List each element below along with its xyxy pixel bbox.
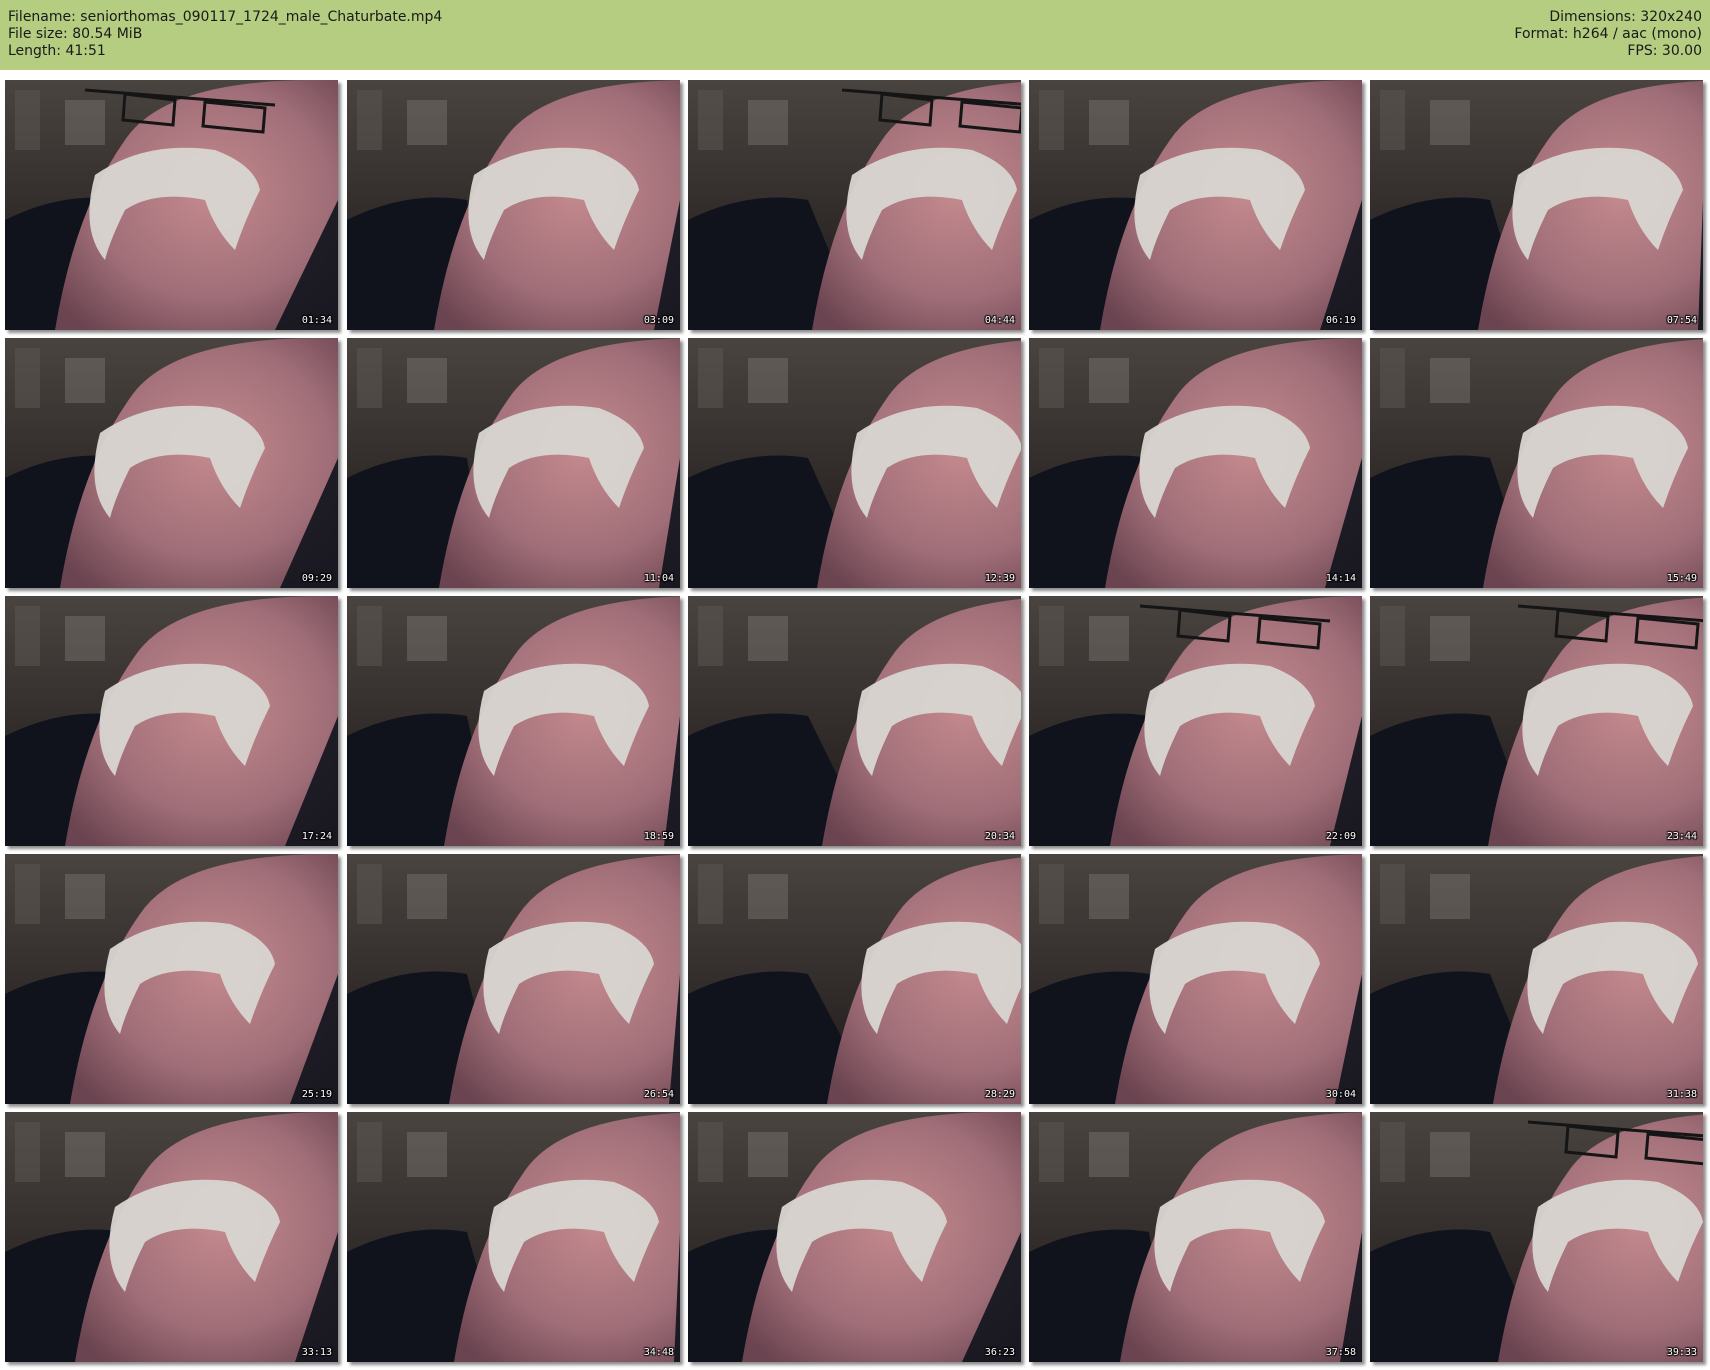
thumbnail-timestamp: 31:38 — [1666, 1089, 1697, 1100]
video-thumbnail: 23:44 — [1370, 596, 1703, 846]
video-thumbnail: 22:09 — [1029, 596, 1362, 846]
thumbnail-timestamp: 06:19 — [1325, 315, 1356, 326]
thumbnail-timestamp: 15:49 — [1666, 573, 1697, 584]
thumbnail-timestamp: 01:34 — [301, 315, 332, 326]
thumbnail-timestamp: 26:54 — [643, 1089, 674, 1100]
thumbnail-timestamp: 33:13 — [301, 1347, 332, 1358]
video-frame-image — [1029, 338, 1362, 588]
video-frame-image — [5, 80, 338, 330]
video-frame-image — [1029, 854, 1362, 1104]
thumbnail-timestamp: 20:34 — [984, 831, 1015, 842]
video-frame-image — [688, 1112, 1021, 1362]
video-thumbnail: 09:29 — [5, 338, 338, 588]
thumbnail-timestamp: 18:59 — [643, 831, 674, 842]
video-frame-image — [1029, 596, 1362, 846]
video-thumbnail: 20:34 — [688, 596, 1021, 846]
thumbnail-timestamp: 23:44 — [1666, 831, 1697, 842]
thumbnail-timestamp: 07:54 — [1666, 315, 1697, 326]
thumbnail-timestamp: 36:23 — [984, 1347, 1015, 1358]
thumbnail-timestamp: 30:04 — [1325, 1089, 1356, 1100]
video-thumbnail: 15:49 — [1370, 338, 1703, 588]
video-thumbnail: 31:38 — [1370, 854, 1703, 1104]
video-thumbnail: 36:23 — [688, 1112, 1021, 1362]
video-thumbnail: 17:24 — [5, 596, 338, 846]
video-frame-image — [688, 854, 1021, 1104]
video-frame-image — [5, 1112, 338, 1362]
video-frame-image — [688, 338, 1021, 588]
video-frame-image — [1370, 338, 1703, 588]
thumbnail-timestamp: 22:09 — [1325, 831, 1356, 842]
video-thumbnail: 26:54 — [347, 854, 680, 1104]
video-thumbnail: 07:54 — [1370, 80, 1703, 330]
video-thumbnail: 14:14 — [1029, 338, 1362, 588]
video-thumbnail: 11:04 — [347, 338, 680, 588]
video-thumbnail: 37:58 — [1029, 1112, 1362, 1362]
thumbnail-grid: 01:34 03:09 04:44 06:19 07:54 09:29 11:04 12:39… — [0, 0, 1710, 1370]
video-frame-image — [688, 596, 1021, 846]
thumbnail-timestamp: 37:58 — [1325, 1347, 1356, 1358]
video-frame-image — [1370, 596, 1703, 846]
video-thumbnail: 06:19 — [1029, 80, 1362, 330]
video-frame-image — [1370, 1112, 1703, 1362]
thumbnail-timestamp: 34:48 — [643, 1347, 674, 1358]
video-thumbnail: 12:39 — [688, 338, 1021, 588]
thumbnail-timestamp: 39:33 — [1666, 1347, 1697, 1358]
thumbnail-timestamp: 12:39 — [984, 573, 1015, 584]
thumbnail-timestamp: 14:14 — [1325, 573, 1356, 584]
video-thumbnail: 18:59 — [347, 596, 680, 846]
video-thumbnail: 03:09 — [347, 80, 680, 330]
video-thumbnail: 04:44 — [688, 80, 1021, 330]
thumbnail-timestamp: 28:29 — [984, 1089, 1015, 1100]
video-frame-image — [688, 80, 1021, 330]
thumbnail-timestamp: 04:44 — [984, 315, 1015, 326]
video-frame-image — [5, 854, 338, 1104]
video-frame-image — [1029, 80, 1362, 330]
thumbnail-timestamp: 03:09 — [643, 315, 674, 326]
thumbnail-timestamp: 17:24 — [301, 831, 332, 842]
video-thumbnail: 28:29 — [688, 854, 1021, 1104]
video-frame-image — [347, 596, 680, 846]
video-frame-image — [1029, 1112, 1362, 1362]
video-frame-image — [1370, 80, 1703, 330]
video-frame-image — [5, 596, 338, 846]
video-frame-image — [347, 1112, 680, 1362]
thumbnail-timestamp: 11:04 — [643, 573, 674, 584]
video-thumbnail: 34:48 — [347, 1112, 680, 1362]
video-thumbnail: 01:34 — [5, 80, 338, 330]
video-thumbnail: 33:13 — [5, 1112, 338, 1362]
video-frame-image — [347, 854, 680, 1104]
video-thumbnail: 25:19 — [5, 854, 338, 1104]
video-thumbnail: 39:33 — [1370, 1112, 1703, 1362]
video-frame-image — [5, 338, 338, 588]
thumbnail-timestamp: 25:19 — [301, 1089, 332, 1100]
thumbnail-timestamp: 09:29 — [301, 573, 332, 584]
video-frame-image — [347, 338, 680, 588]
video-frame-image — [1370, 854, 1703, 1104]
video-frame-image — [347, 80, 680, 330]
video-thumbnail: 30:04 — [1029, 854, 1362, 1104]
